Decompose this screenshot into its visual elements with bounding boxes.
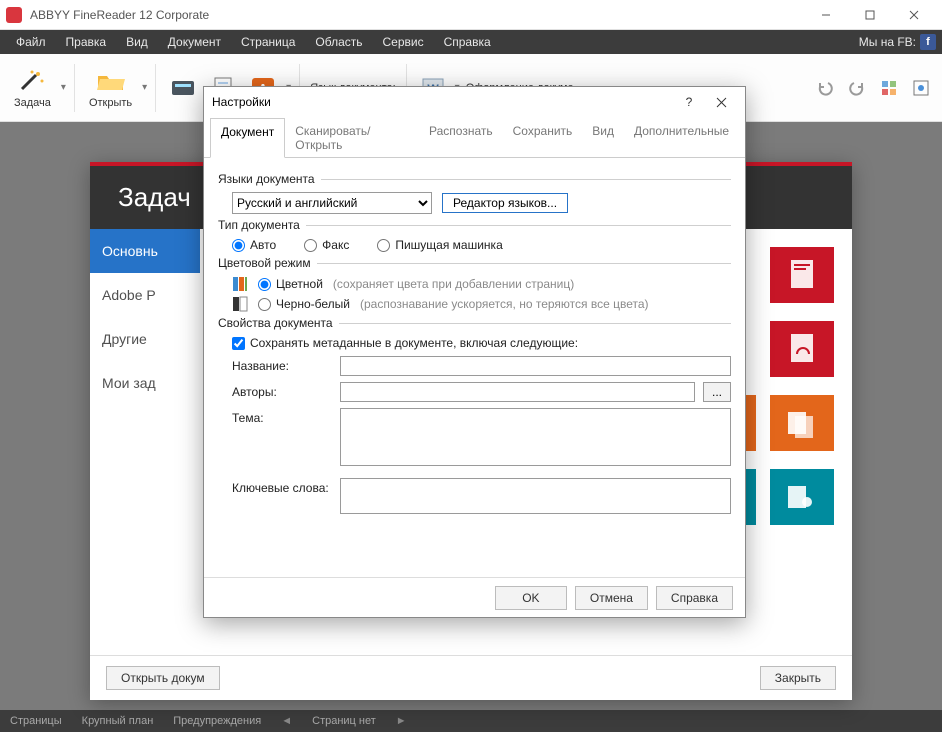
settings-dialog: Настройки ? Документ Сканировать/Открыть…	[203, 86, 746, 618]
dialog-footer: OK Отмена Справка	[204, 577, 745, 617]
options-button[interactable]	[908, 75, 934, 101]
doctype-fax[interactable]: Факс	[304, 238, 349, 252]
task-nav: Основнь Adobe P Другие Мои зад	[90, 229, 200, 655]
open-label: Открыть	[89, 97, 132, 109]
task-button[interactable]: Задача	[8, 63, 57, 113]
subject-label: Тема:	[232, 408, 332, 425]
tile-convert-user[interactable]	[770, 469, 834, 525]
menu-area[interactable]: Область	[305, 30, 372, 54]
bw-icon	[232, 296, 248, 312]
keywords-label: Ключевые слова:	[232, 478, 332, 495]
wand-icon	[18, 67, 46, 95]
menu-edit[interactable]: Правка	[56, 30, 117, 54]
doctype-auto[interactable]: Авто	[232, 238, 276, 252]
group-languages-legend: Языки документа	[218, 172, 321, 186]
menu-help[interactable]: Справка	[434, 30, 501, 54]
open-button[interactable]: Открыть	[83, 63, 138, 113]
colormode-bw-hint: (распознавание ускоряется, но теряются в…	[360, 297, 649, 311]
task-footer: Открыть докум Закрыть	[90, 655, 852, 700]
status-warnings[interactable]: Предупреждения	[173, 715, 261, 727]
dialog-close-button[interactable]	[705, 90, 737, 114]
menu-document[interactable]: Документ	[158, 30, 231, 54]
status-no-pages: Страниц нет	[312, 715, 376, 727]
status-zoom[interactable]: Крупный план	[82, 715, 154, 727]
group-doctype-legend: Тип документа	[218, 218, 306, 232]
settings-button[interactable]	[876, 75, 902, 101]
tab-advanced[interactable]: Дополнительные	[624, 118, 739, 158]
menu-service[interactable]: Сервис	[373, 30, 434, 54]
redo-button[interactable]	[844, 75, 870, 101]
task-nav-other[interactable]: Другие	[90, 317, 200, 361]
prev-page-icon[interactable]: ◄	[281, 715, 292, 727]
tile-word[interactable]	[770, 247, 834, 303]
tab-view[interactable]: Вид	[582, 118, 624, 158]
color-icon	[232, 276, 248, 292]
colormode-color-hint: (сохраняет цвета при добавлении страниц)	[333, 277, 574, 291]
close-task-button[interactable]: Закрыть	[760, 666, 836, 690]
dialog-titlebar: Настройки ?	[204, 87, 745, 117]
group-colormode-legend: Цветовой режим	[218, 256, 317, 270]
menubar: Файл Правка Вид Документ Страница Област…	[0, 30, 942, 54]
close-button[interactable]	[892, 1, 936, 29]
scan-button[interactable]	[164, 70, 202, 106]
colormode-bw[interactable]: Черно-белый	[258, 297, 350, 311]
task-label: Задача	[14, 97, 51, 109]
name-label: Название:	[232, 356, 332, 373]
tab-save[interactable]: Сохранить	[503, 118, 583, 158]
window-title: ABBYY FineReader 12 Corporate	[30, 8, 804, 22]
chevron-down-icon[interactable]: ▾	[61, 82, 66, 93]
maximize-button[interactable]	[848, 1, 892, 29]
menu-file[interactable]: Файл	[6, 30, 56, 54]
language-select[interactable]: Русский и английский	[232, 192, 432, 214]
name-field[interactable]	[340, 356, 731, 376]
dialog-tabs: Документ Сканировать/Открыть Распознать …	[204, 117, 745, 158]
minimize-button[interactable]	[804, 1, 848, 29]
task-nav-my[interactable]: Мои зад	[90, 361, 200, 405]
dialog-help-button[interactable]: ?	[673, 90, 705, 114]
status-pages[interactable]: Страницы	[10, 715, 62, 727]
subject-field[interactable]	[340, 408, 731, 466]
authors-field[interactable]	[340, 382, 695, 402]
next-page-icon[interactable]: ►	[396, 715, 407, 727]
ok-button[interactable]: OK	[495, 586, 567, 610]
dialog-title: Настройки	[212, 95, 673, 109]
language-editor-button[interactable]: Редактор языков...	[442, 193, 568, 213]
open-document-button[interactable]: Открыть докум	[106, 666, 220, 690]
app-icon	[6, 7, 22, 23]
tile-pdf[interactable]	[770, 321, 834, 377]
statusbar: Страницы Крупный план Предупреждения ◄ С…	[0, 710, 942, 732]
authors-label: Авторы:	[232, 382, 332, 399]
authors-browse-button[interactable]: ...	[703, 382, 731, 402]
task-nav-main[interactable]: Основнь	[90, 229, 200, 273]
fb-label: Мы на FB:	[859, 35, 916, 49]
tab-scan-open[interactable]: Сканировать/Открыть	[285, 118, 419, 158]
titlebar: ABBYY FineReader 12 Corporate	[0, 0, 942, 30]
tab-document[interactable]: Документ	[210, 118, 285, 158]
group-props-legend: Свойства документа	[218, 316, 339, 330]
scanner-icon	[170, 74, 196, 102]
task-nav-adobe[interactable]: Adobe P	[90, 273, 200, 317]
keywords-field[interactable]	[340, 478, 731, 514]
chevron-down-icon[interactable]: ▾	[142, 82, 147, 93]
cancel-button[interactable]: Отмена	[575, 586, 648, 610]
undo-button[interactable]	[812, 75, 838, 101]
doctype-typewriter[interactable]: Пишущая машинка	[377, 238, 502, 252]
tab-recognize[interactable]: Распознать	[419, 118, 503, 158]
menu-view[interactable]: Вид	[116, 30, 158, 54]
tile-scan-open[interactable]	[770, 395, 834, 451]
folder-open-icon	[96, 67, 126, 95]
keep-metadata-checkbox[interactable]: Сохранять метаданные в документе, включа…	[232, 336, 578, 350]
menu-page[interactable]: Страница	[231, 30, 305, 54]
colormode-color[interactable]: Цветной	[258, 277, 323, 291]
dialog-body: Языки документа Русский и английский Ред…	[204, 158, 745, 577]
help-button[interactable]: Справка	[656, 586, 733, 610]
facebook-icon[interactable]: f	[920, 34, 936, 50]
